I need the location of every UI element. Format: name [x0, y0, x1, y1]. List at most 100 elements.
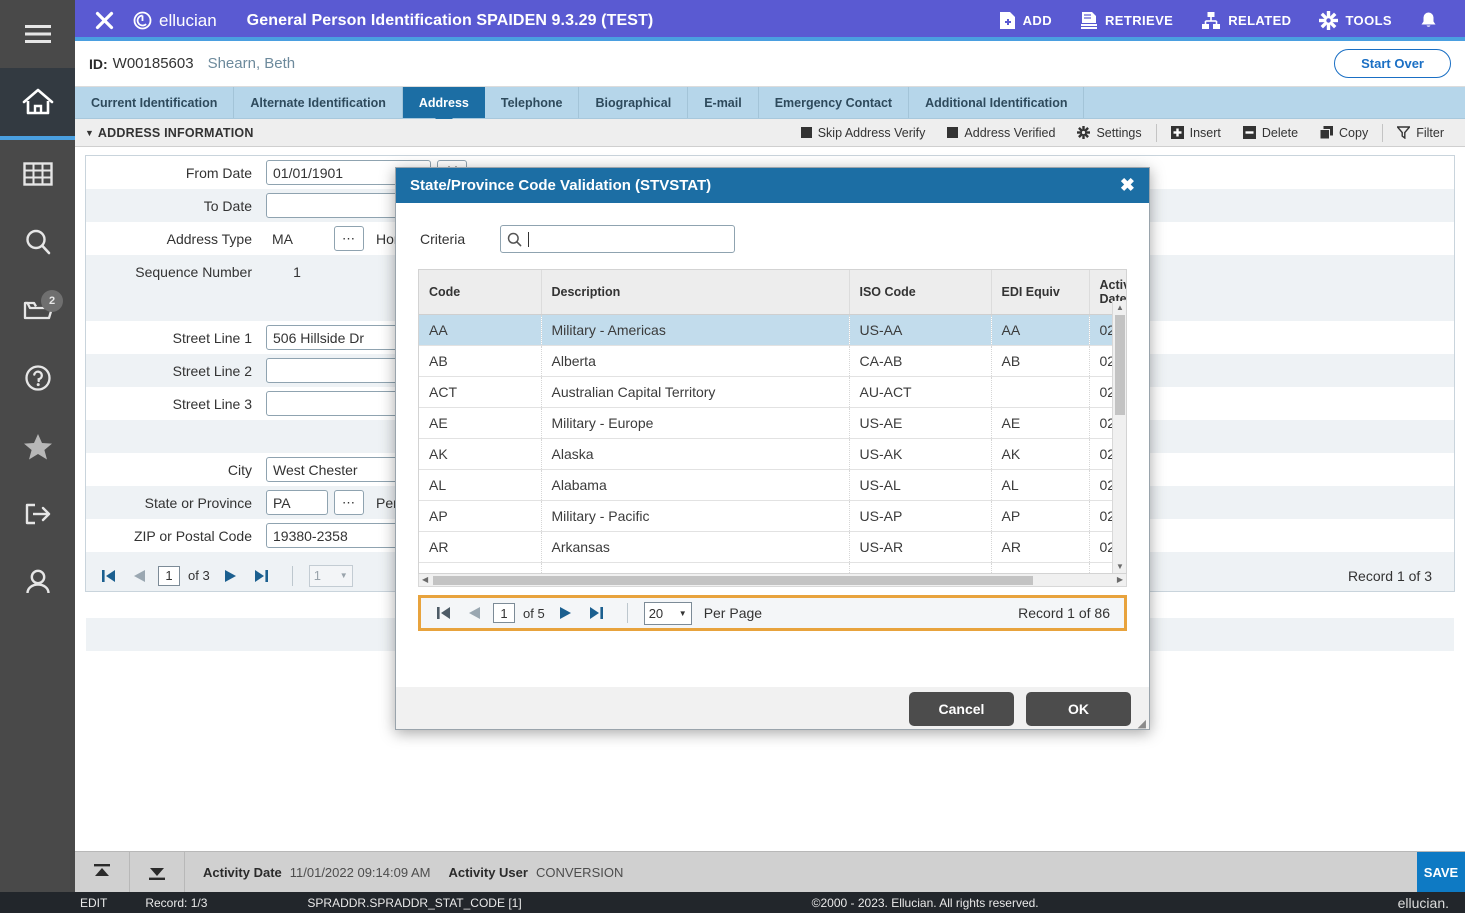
cell-code: AB: [419, 346, 541, 377]
cell-iso-code: US-AP: [849, 501, 991, 532]
skip-address-verify-label: Skip Address Verify: [818, 126, 926, 140]
column-header-iso-code[interactable]: ISO Code: [849, 270, 991, 315]
scroll-down-icon[interactable]: ▼: [1116, 562, 1124, 571]
dialog-first-page-button[interactable]: [429, 605, 459, 621]
criteria-search-box[interactable]: [500, 225, 735, 253]
tab-email[interactable]: E-mail: [688, 87, 759, 118]
sidebar-item-help[interactable]: [0, 344, 75, 412]
table-row[interactable]: AK Alaska US-AK AK 02/16: [419, 439, 1127, 470]
dialog-page-number-input[interactable]: 1: [493, 603, 515, 623]
collapse-up-button[interactable]: [75, 852, 130, 893]
tab-telephone[interactable]: Telephone: [485, 87, 580, 118]
sidebar-item-home[interactable]: [0, 68, 75, 140]
tools-gear-icon: [1319, 11, 1338, 30]
dialog-per-page-select[interactable]: 20 ▼: [644, 602, 692, 625]
copy-button[interactable]: Copy: [1309, 126, 1379, 140]
sidebar-item-sign-out[interactable]: [0, 480, 75, 548]
horizontal-scroll-thumb[interactable]: [433, 576, 1033, 585]
cell-description: Military - Europe: [541, 408, 849, 439]
state-or-province-lookup-button[interactable]: ⋯: [334, 490, 364, 515]
start-over-button[interactable]: Start Over: [1334, 49, 1451, 78]
tools-button[interactable]: TOOLS: [1305, 2, 1406, 39]
code-results-table-wrapper: Code Description ISO Code EDI Equiv Acti…: [418, 269, 1127, 574]
status-field-name: SPRADDR.SPRADDR_STAT_CODE [1]: [307, 896, 521, 910]
previous-page-icon: [466, 605, 483, 621]
sidebar-item-recently-opened[interactable]: 2: [0, 276, 75, 344]
menu-icon-button[interactable]: [0, 0, 75, 68]
table-vertical-scrollbar[interactable]: ▲ ▼: [1112, 301, 1126, 573]
tab-emergency-contact[interactable]: Emergency Contact: [759, 87, 909, 118]
insert-button[interactable]: Insert: [1160, 126, 1232, 140]
retrieve-button[interactable]: RETRIEVE: [1066, 2, 1187, 39]
settings-button[interactable]: Settings: [1066, 126, 1152, 140]
tab-additional-identification[interactable]: Additional Identification: [909, 87, 1084, 118]
sidebar-item-applications[interactable]: [0, 140, 75, 208]
chevron-down-icon[interactable]: ▼: [85, 128, 94, 138]
cancel-button[interactable]: Cancel: [909, 692, 1014, 726]
form-pager-divider: [292, 566, 293, 586]
table-row[interactable]: AS American Samoa US-AS AS 02/16: [419, 563, 1127, 575]
last-record-button[interactable]: [246, 568, 276, 584]
dialog-last-page-button[interactable]: [581, 605, 611, 621]
delete-button[interactable]: Delete: [1232, 126, 1309, 140]
cell-iso-code: US-AA: [849, 315, 991, 346]
sidebar-item-search[interactable]: [0, 208, 75, 276]
add-button[interactable]: ADD: [985, 2, 1066, 39]
form-record-status: Record 1 of 3: [1348, 568, 1446, 584]
address-verified-label: Address Verified: [964, 126, 1055, 140]
table-row[interactable]: AE Military - Europe US-AE AE 02/16: [419, 408, 1127, 439]
state-or-province-input[interactable]: PA: [266, 490, 328, 515]
table-row[interactable]: AL Alabama US-AL AL 02/16: [419, 470, 1127, 501]
cell-iso-code: US-AS: [849, 563, 991, 575]
address-type-input[interactable]: MA: [266, 231, 328, 247]
scroll-up-icon[interactable]: ▲: [1116, 303, 1124, 312]
table-row[interactable]: AR Arkansas US-AR AR 02/16: [419, 532, 1127, 563]
address-type-lookup-button[interactable]: ⋯: [334, 226, 364, 251]
tab-biographical[interactable]: Biographical: [579, 87, 688, 118]
table-horizontal-scrollbar[interactable]: ◀ ▶: [418, 574, 1127, 587]
table-row[interactable]: AP Military - Pacific US-AP AP 02/16: [419, 501, 1127, 532]
previous-record-button[interactable]: [124, 568, 155, 584]
tab-bar-filler: [1084, 87, 1465, 118]
dialog-resize-grip[interactable]: ◢: [1138, 717, 1146, 730]
table-row[interactable]: AA Military - Americas US-AA AA 02/16: [419, 315, 1127, 346]
related-button[interactable]: RELATED: [1187, 2, 1305, 39]
tab-current-identification[interactable]: Current Identification: [75, 87, 234, 118]
filter-button[interactable]: Filter: [1386, 126, 1455, 140]
column-header-description[interactable]: Description: [541, 270, 849, 315]
retrieve-label: RETRIEVE: [1105, 13, 1173, 28]
dialog-previous-page-button[interactable]: [459, 605, 490, 621]
vertical-scroll-thumb[interactable]: [1115, 315, 1125, 415]
tab-alternate-identification[interactable]: Alternate Identification: [234, 87, 402, 118]
save-button[interactable]: SAVE: [1417, 852, 1465, 893]
tab-address[interactable]: Address: [403, 87, 485, 118]
from-date-label: From Date: [86, 165, 266, 181]
dialog-close-icon[interactable]: ✖: [1120, 175, 1135, 196]
next-record-button[interactable]: [215, 568, 246, 584]
form-page-number-input[interactable]: 1: [158, 566, 180, 586]
notifications-button[interactable]: [1406, 2, 1451, 39]
scroll-left-icon[interactable]: ◀: [422, 575, 428, 584]
first-record-button[interactable]: [94, 568, 124, 584]
sidebar-item-profile[interactable]: [0, 548, 75, 616]
close-form-button[interactable]: [75, 11, 133, 30]
criteria-text-cursor: [528, 232, 529, 247]
table-head: Code Description ISO Code EDI Equiv Acti…: [419, 270, 1127, 315]
dialog-footer: Cancel OK ◢: [396, 687, 1149, 731]
next-page-icon: [557, 605, 574, 621]
form-per-page-select[interactable]: 1 ▼: [309, 565, 353, 587]
column-header-code[interactable]: Code: [419, 270, 541, 315]
dialog-next-page-button[interactable]: [550, 605, 581, 621]
address-verified-checkbox[interactable]: Address Verified: [936, 126, 1066, 140]
expand-down-button[interactable]: [130, 852, 185, 893]
skip-address-verify-checkbox[interactable]: Skip Address Verify: [790, 126, 937, 140]
table-row[interactable]: AB Alberta CA-AB AB 02/16: [419, 346, 1127, 377]
column-header-edi-equiv[interactable]: EDI Equiv: [991, 270, 1089, 315]
ok-button[interactable]: OK: [1026, 692, 1131, 726]
sidebar-item-favorites[interactable]: [0, 412, 75, 480]
table-row[interactable]: ACT Australian Capital Territory AU-ACT …: [419, 377, 1127, 408]
cell-edi-equiv: AA: [991, 315, 1089, 346]
retrieve-icon: [1080, 11, 1098, 30]
scroll-right-icon[interactable]: ▶: [1117, 575, 1123, 584]
cell-edi-equiv: AB: [991, 346, 1089, 377]
